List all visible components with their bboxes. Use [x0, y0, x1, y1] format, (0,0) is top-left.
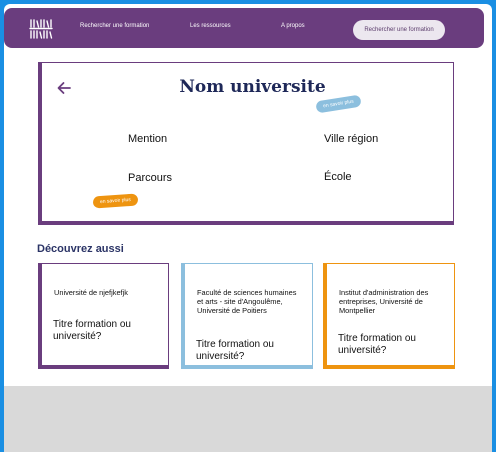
card-subtitle: Titre formation ou université? — [196, 339, 274, 362]
card-institution-name: Institut d'administration des entreprise… — [339, 288, 429, 315]
mention-label: Mention — [128, 133, 168, 145]
university-title: Nom universite — [179, 77, 326, 97]
recommendation-card[interactable]: Université de njefjkefjk Titre formation… — [38, 263, 169, 369]
card-institution-name: Université de njefjkefjk — [54, 288, 128, 297]
nav-link-resources[interactable]: Les ressources — [190, 23, 231, 29]
university-card: Nom universite en savoir plus Mention Vi… — [38, 62, 454, 225]
recommendation-card[interactable]: Institut d'administration des entreprise… — [323, 263, 455, 369]
card-subtitle: Titre formation ou université? — [338, 333, 416, 356]
learn-more-button-blue[interactable]: en savoir plus — [315, 94, 362, 114]
books-logo-icon[interactable] — [29, 18, 53, 40]
nav-link-search[interactable]: Rechercher une formation — [80, 23, 149, 29]
ecole-label: École — [324, 171, 352, 183]
footer-placeholder — [4, 386, 492, 452]
ville-region-label: Ville région — [324, 133, 379, 145]
learn-more-button-orange[interactable]: en savoir plus — [92, 193, 139, 209]
search-formation-button[interactable]: Rechercher une formation — [353, 20, 445, 40]
card-subtitle: Titre formation ou université? — [53, 319, 131, 342]
nav-link-about[interactable]: A propos — [281, 23, 305, 29]
parcours-label: Parcours — [128, 172, 173, 184]
recommendation-card[interactable]: Faculté de sciences humaines et arts - s… — [181, 263, 313, 369]
discover-heading: Découvrez aussi — [37, 243, 124, 255]
top-navbar: Rechercher une formation Les ressources … — [4, 8, 484, 48]
card-institution-name: Faculté de sciences humaines et arts - s… — [197, 288, 297, 315]
